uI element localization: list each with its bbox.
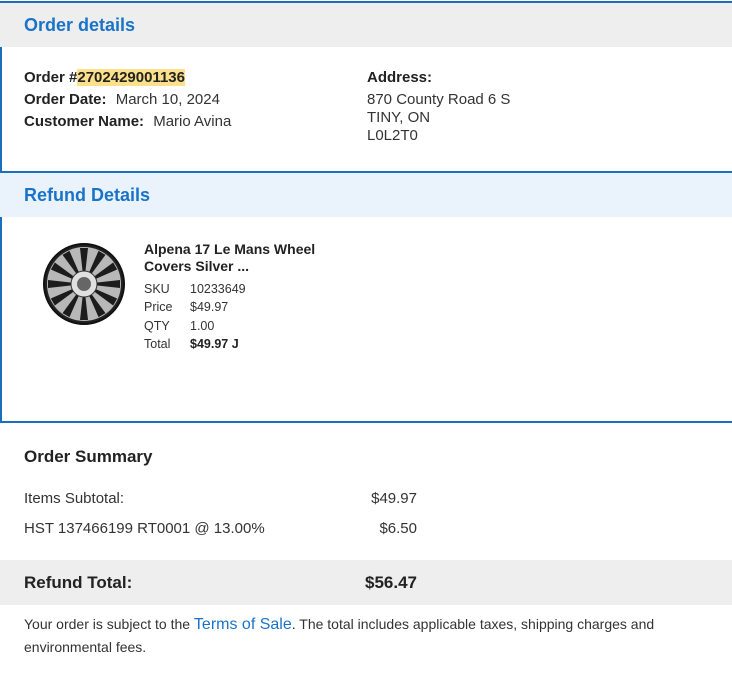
refund-details-header: Refund Details xyxy=(0,171,732,217)
refund-details-title: Refund Details xyxy=(24,185,151,205)
footer-text-line-2: environmental fees. xyxy=(24,639,147,655)
terms-of-sale-link[interactable]: Terms of Sale xyxy=(194,616,292,633)
wheel-cover-icon xyxy=(43,243,125,325)
tax-value: $6.50 xyxy=(379,520,417,537)
order-date-row: Order Date: March 10, 2024 xyxy=(24,91,220,108)
price-value: $49.97 xyxy=(190,300,229,314)
order-date-value: March 10, 2024 xyxy=(115,91,220,108)
address-line-2: TINY, ON xyxy=(367,109,431,126)
item-total-value: $49.97 J xyxy=(190,337,239,351)
customer-name-row: Customer Name: Mario Avina xyxy=(24,113,231,130)
order-number-row: Order #2702429001136 xyxy=(24,69,185,86)
footer-text-after: . The total includes applicable taxes, s… xyxy=(291,616,655,632)
order-number: 2702429001136 xyxy=(77,69,185,86)
item-name-line-2: Covers Silver ... xyxy=(144,258,250,274)
item-name-line-1: Alpena 17 Le Mans Wheel xyxy=(144,241,316,257)
subtotal-value: $49.97 xyxy=(371,490,417,507)
refund-total-label: Refund Total: xyxy=(24,573,133,592)
left-border xyxy=(0,47,2,171)
order-summary-title: Order Summary xyxy=(24,447,153,466)
customer-name-value: Mario Avina xyxy=(153,113,232,130)
order-details-header: Order details xyxy=(0,1,732,47)
qty-value: 1.00 xyxy=(190,319,215,333)
footer-text-line-1: Your order is subject to the Terms of Sa… xyxy=(24,616,654,634)
order-number-label: Order # xyxy=(24,69,78,86)
item-total-label: Total xyxy=(144,337,171,351)
sku-value: 10233649 xyxy=(190,282,246,296)
order-details-title: Order details xyxy=(24,15,136,35)
order-date-label: Order Date: xyxy=(24,91,107,108)
subtotal-label: Items Subtotal: xyxy=(24,490,125,507)
address-label: Address: xyxy=(367,69,433,86)
tax-label: HST 137466199 RT0001 @ 13.00% xyxy=(24,520,265,537)
footer-text-before: Your order is subject to the xyxy=(24,616,194,632)
qty-label: QTY xyxy=(144,319,170,333)
address-line-3: L0L2T0 xyxy=(367,127,418,144)
sku-label: SKU xyxy=(144,282,170,296)
refund-total-bar: Refund Total: $56.47 xyxy=(0,560,732,605)
customer-name-label: Customer Name: xyxy=(24,113,145,130)
section-divider xyxy=(0,421,732,423)
left-border xyxy=(0,217,2,422)
refund-total-value: $56.47 xyxy=(365,573,417,592)
address-line-1: 870 County Road 6 S xyxy=(367,91,511,108)
price-label: Price xyxy=(144,300,173,314)
